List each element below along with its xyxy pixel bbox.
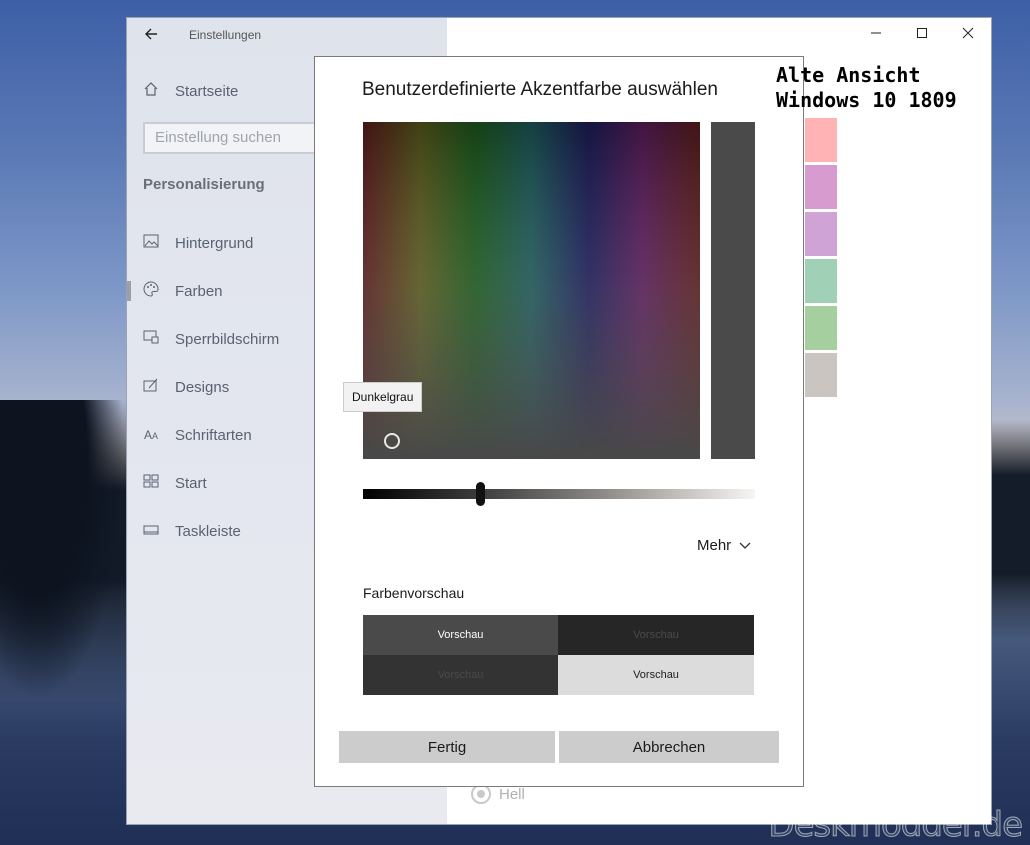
preview-tile: Vorschau xyxy=(558,655,754,695)
annotation-line-2: Windows 10 1809 xyxy=(776,88,957,112)
preview-section-label: Farbenvorschau xyxy=(363,585,465,601)
sidebar-item-label: Farben xyxy=(175,282,223,300)
more-label: Mehr xyxy=(697,537,732,554)
home-icon xyxy=(127,81,175,101)
sidebar-item-label: Hintergrund xyxy=(175,234,254,252)
accent-color-dialog: Benutzerdefinierte Akzentfarbe auswählen… xyxy=(314,56,804,787)
title-bar: Einstellungen xyxy=(127,18,447,52)
radio-label: Hell xyxy=(499,785,525,803)
preview-tile: Vorschau xyxy=(363,615,558,655)
picture-icon xyxy=(127,234,175,252)
annotation-line-1: Alte Ansicht xyxy=(776,63,921,87)
caption-buttons xyxy=(853,18,991,52)
color-swatch[interactable] xyxy=(805,165,837,209)
more-button[interactable]: Mehr xyxy=(697,537,751,554)
color-swatch[interactable] xyxy=(805,118,837,162)
minimize-button[interactable] xyxy=(853,18,899,52)
background-trees-right xyxy=(990,420,1030,640)
sidebar-item-label: Taskleiste xyxy=(175,522,241,540)
chevron-down-icon xyxy=(739,539,751,553)
cancel-button[interactable]: Abbrechen xyxy=(559,731,779,763)
sidebar-item-label: Startseite xyxy=(175,82,239,100)
lockscreen-icon xyxy=(127,330,175,348)
annotation-text: Alte Ansicht Windows 10 1809 xyxy=(776,63,957,113)
preview-tile: Vorschau xyxy=(363,655,558,695)
sidebar-item-label: Designs xyxy=(175,378,230,396)
sidebar-item-label: Start xyxy=(175,474,207,492)
sidebar-item-label: Schriftarten xyxy=(175,426,252,444)
font-icon: AA xyxy=(143,428,159,442)
preview-tile: Vorschau xyxy=(558,615,754,655)
background-trees-left xyxy=(0,400,126,700)
taskbar-icon xyxy=(127,523,175,540)
sidebar-item-label: Sperrbildschirm xyxy=(175,330,280,348)
maximize-button[interactable] xyxy=(899,18,945,52)
color-swatch[interactable] xyxy=(805,353,837,397)
brightness-slider[interactable] xyxy=(363,489,755,499)
radio-circle-icon xyxy=(471,784,491,804)
section-title: Personalisierung xyxy=(143,176,265,193)
close-button[interactable] xyxy=(945,18,991,52)
radio-hell[interactable]: Hell xyxy=(471,784,525,804)
back-arrow-icon[interactable] xyxy=(127,25,175,46)
dialog-title: Benutzerdefinierte Akzentfarbe auswählen xyxy=(362,79,718,100)
palette-icon xyxy=(127,281,175,301)
start-icon xyxy=(127,474,175,492)
brightness-slider-thumb[interactable] xyxy=(476,482,485,506)
color-name-tooltip: Dunkelgrau xyxy=(343,382,423,412)
color-swatch[interactable] xyxy=(805,306,837,350)
app-title: Einstellungen xyxy=(189,28,262,42)
designs-icon xyxy=(127,378,175,396)
color-picker-handle[interactable] xyxy=(384,433,400,449)
watermark-logo: Deskmodder.de xyxy=(768,805,1024,845)
done-button[interactable]: Fertig xyxy=(339,731,555,763)
accent-swatches xyxy=(805,118,837,400)
color-swatch[interactable] xyxy=(805,259,837,303)
selected-color-preview xyxy=(711,122,755,459)
color-preview-grid: Vorschau Vorschau Vorschau Vorschau xyxy=(363,615,754,695)
color-swatch[interactable] xyxy=(805,212,837,256)
